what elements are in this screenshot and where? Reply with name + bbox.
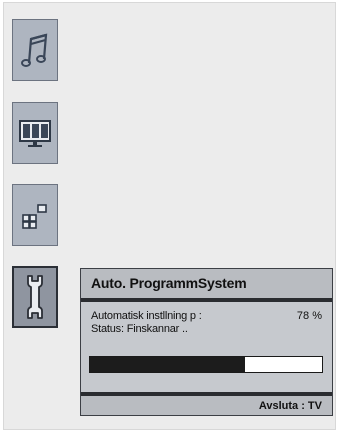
menu-panel: Auto. ProgrammSystem Automatisk instllni… <box>3 2 336 430</box>
screen-icon <box>19 120 51 147</box>
auto-setting-label: Automatisk instllning p : <box>91 310 202 322</box>
menu-item-picture[interactable] <box>12 102 58 164</box>
progress-bar-fill <box>90 357 246 372</box>
menu-item-sound[interactable] <box>12 19 58 81</box>
progress-percent: 78 % <box>296 310 322 322</box>
progress-bar <box>89 356 323 373</box>
auto-program-dialog: Auto. ProgrammSystem Automatisk instllni… <box>80 268 333 416</box>
dialog-title: Auto. ProgrammSystem <box>81 269 332 298</box>
menu-item-installation[interactable] <box>12 266 58 328</box>
status-text: Status: Finskannar .. <box>91 323 188 335</box>
dialog-footer: Avsluta : TV <box>81 396 332 415</box>
wrench-icon <box>27 275 43 319</box>
blocks-icon <box>22 204 47 229</box>
menu-item-features[interactable] <box>12 184 58 246</box>
exit-hint[interactable]: Avsluta : TV <box>259 400 322 412</box>
music-note-icon <box>21 33 48 67</box>
